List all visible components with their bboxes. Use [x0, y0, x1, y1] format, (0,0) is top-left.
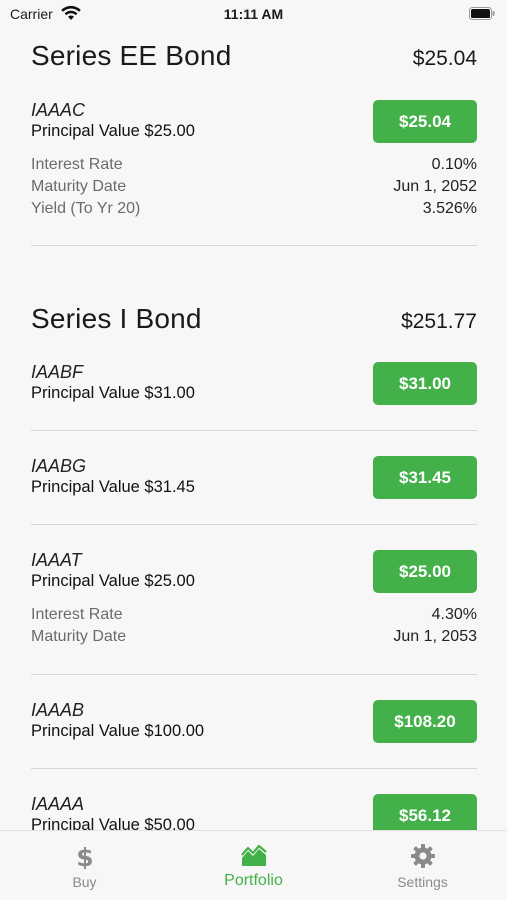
svg-text:$: $ — [76, 843, 93, 869]
bond-row[interactable]: IAABG Principal Value $31.45 $31.45 — [31, 456, 477, 506]
tab-label: Buy — [72, 874, 97, 890]
divider — [31, 674, 477, 675]
interest-rate-row: Interest Rate 4.30% — [31, 606, 477, 624]
section-total: $251.77 — [401, 310, 477, 333]
detail-value: Jun 1, 2052 — [393, 178, 477, 195]
bond-row[interactable]: IAAAA Principal Value $50.00 $56.12 — [31, 794, 477, 830]
clock: 11:11 AM — [223, 6, 284, 22]
gear-icon — [411, 844, 435, 868]
detail-value: 0.10% — [431, 156, 477, 173]
divider — [31, 430, 477, 431]
bond-row[interactable]: IAAAT Principal Value $25.00 $25.00 Inte… — [31, 550, 477, 655]
divider — [31, 245, 477, 246]
bond-id: IAAAT — [31, 550, 82, 570]
bond-principal: Principal Value $25.00 — [31, 572, 195, 590]
detail-label: Yield (To Yr 20) — [31, 200, 141, 217]
battery-icon — [469, 7, 495, 20]
bond-principal: Principal Value $31.45 — [31, 478, 195, 496]
section-header-ee: Series EE Bond $25.04 — [31, 40, 477, 72]
bond-value-button[interactable]: $25.00 — [373, 550, 477, 593]
tab-settings[interactable]: Settings — [338, 831, 507, 900]
bond-principal: Principal Value $31.00 — [31, 384, 195, 402]
detail-value: 4.30% — [431, 606, 477, 623]
bond-principal: Principal Value $25.00 — [31, 122, 195, 140]
tab-portfolio[interactable]: Portfolio — [169, 831, 338, 900]
interest-rate-row: Interest Rate 0.10% — [31, 156, 477, 174]
detail-value: Jun 1, 2053 — [393, 628, 477, 645]
section-title: Series I Bond — [31, 303, 202, 334]
bond-principal: Principal Value $50.00 — [31, 816, 195, 830]
bond-id: IAABG — [31, 456, 87, 476]
bond-principal: Principal Value $100.00 — [31, 722, 205, 740]
bond-id: IAAAC — [31, 100, 86, 120]
section-header-i: Series I Bond $251.77 — [31, 303, 477, 335]
bond-row[interactable]: IAAAB Principal Value $100.00 $108.20 — [31, 700, 477, 750]
detail-label: Maturity Date — [31, 628, 127, 645]
bond-id: IAABF — [31, 362, 84, 382]
section-total: $25.04 — [412, 47, 477, 70]
divider — [31, 524, 477, 525]
detail-value: 3.526% — [422, 200, 477, 217]
bond-value-button[interactable]: $31.00 — [373, 362, 477, 405]
bond-value-button[interactable]: $108.20 — [373, 700, 477, 743]
bond-value-button[interactable]: $56.12 — [373, 794, 477, 830]
status-bar: Carrier 11:11 AM — [0, 0, 507, 30]
bond-row[interactable]: IAAAC Principal Value $25.00 $25.04 Inte… — [31, 100, 477, 230]
detail-label: Interest Rate — [31, 156, 123, 173]
bond-id: IAAAB — [31, 700, 85, 720]
section-title: Series EE Bond — [31, 40, 232, 71]
bond-id: IAAAA — [31, 794, 85, 814]
dollar-icon: $ — [76, 843, 93, 869]
chart-icon — [241, 844, 267, 866]
tab-label: Settings — [397, 874, 448, 890]
portfolio-list[interactable]: Series EE Bond $25.04 IAAAC Principal Va… — [0, 30, 507, 830]
bond-value-button[interactable]: $31.45 — [373, 456, 477, 499]
tab-buy[interactable]: $ Buy — [0, 831, 169, 900]
tab-bar: $ Buy Portfolio Settings — [0, 830, 507, 900]
divider — [31, 768, 477, 769]
yield-row: Yield (To Yr 20) 3.526% — [31, 200, 477, 218]
detail-label: Interest Rate — [31, 606, 123, 623]
tab-label: Portfolio — [224, 872, 283, 889]
detail-label: Maturity Date — [31, 178, 127, 195]
maturity-date-row: Maturity Date Jun 1, 2053 — [31, 628, 477, 646]
bond-row[interactable]: IAABF Principal Value $31.00 $31.00 — [31, 362, 477, 412]
maturity-date-row: Maturity Date Jun 1, 2052 — [31, 178, 477, 196]
bond-value-button[interactable]: $25.04 — [373, 100, 477, 143]
